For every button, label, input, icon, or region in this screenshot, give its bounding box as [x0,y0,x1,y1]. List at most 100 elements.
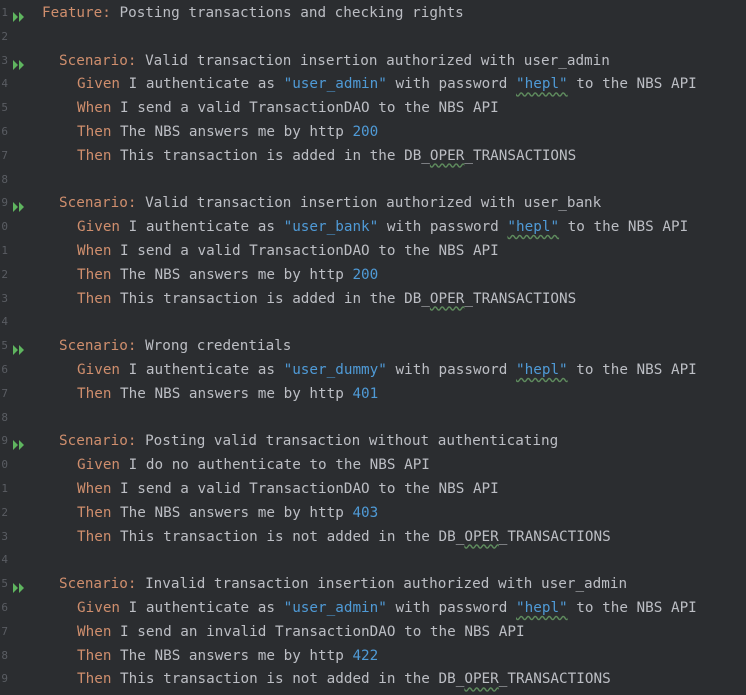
code-line[interactable]: 9 Scenario: Valid transaction insertion a… [0,191,746,215]
code-line[interactable]: 8 [0,168,746,192]
run-scenario-icon[interactable] [12,578,26,594]
line-number: 4 [1,77,8,91]
number-literal: 200 [352,266,379,283]
typo-word: OPER [429,290,465,307]
line-number: 4 [1,553,8,567]
code-line[interactable]: 2 [0,25,746,49]
gherkin-keyword: Feature: [42,5,111,21]
code-line[interactable]: 7 When I send an invalid TransactionDAO t… [0,620,746,644]
code-text: Given I authenticate as "user_bank" with… [77,215,688,239]
code-text: Scenario: Posting valid transaction with… [59,429,558,453]
number-literal: 422 [352,647,379,664]
code-line[interactable]: 2 Then The NBS answers me by http 200 [0,263,746,287]
code-line[interactable]: 8 [0,406,746,430]
code-line[interactable]: 4 [0,548,746,572]
code-text: Then This transaction is added in the DB… [77,144,576,168]
step-text: Posting transactions and checking rights [110,5,464,21]
run-scenario-icon[interactable] [12,435,26,451]
gherkin-keyword: Then [77,647,112,664]
typo-word: OPER [464,671,499,688]
gherkin-keyword: Scenario: [59,195,137,212]
line-number: 5 [1,101,8,115]
code-text: Scenario: Invalid transaction insertion … [59,572,627,596]
code-line[interactable]: 4 [0,310,746,334]
code-text: Feature: Posting transactions and checki… [42,1,464,25]
code-text: Then This transaction is added in the DB… [77,287,576,311]
gherkin-keyword: Then [77,124,112,140]
code-line[interactable]: 4 Given I authenticate as "user_admin" wi… [0,72,746,96]
gherkin-keyword: When [77,243,112,259]
code-line[interactable]: 1 When I send a valid TransactionDAO to t… [0,239,746,263]
code-editor[interactable]: 1 Feature: Posting transactions and check… [0,0,746,695]
code-line[interactable]: 3 Scenario: Valid transaction insertion a… [0,49,746,73]
typo-word: OPER [429,147,465,164]
code-line[interactable]: 6 Given I authenticate as "user_admin" wi… [0,596,746,620]
code-line[interactable]: 9 Then This transaction is not added in t… [0,667,746,691]
number-literal: 200 [352,124,379,140]
code-line[interactable]: 2 Then The NBS answers me by http 403 [0,501,746,525]
string-literal: "user_bank" [283,219,379,236]
step-text: to the NBS API [559,219,689,236]
line-number: 7 [1,624,8,638]
code-line[interactable]: 8 Then The NBS answers me by http 422 [0,644,746,668]
line-number: 2 [1,505,8,519]
code-line[interactable]: 9 Scenario: Posting valid transaction wit… [0,429,746,453]
step-text: _TRANSACTIONS [498,528,611,545]
gherkin-keyword: Given [77,76,121,93]
code-text: Then This transaction is not added in th… [77,667,611,691]
gherkin-keyword: Given [77,457,121,474]
code-line[interactable]: 5 When I send a valid TransactionDAO to t… [0,96,746,120]
gherkin-keyword: When [77,623,112,640]
code-line[interactable]: 7 Then This transaction is added in the D… [0,144,746,168]
run-scenario-icon[interactable] [12,55,26,70]
gherkin-keyword: When [77,481,112,497]
code-line[interactable]: 0 Given I do no authenticate to the NBS A… [0,453,746,477]
code-line[interactable]: 3 Then This transaction is added in the D… [0,287,746,311]
code-line[interactable]: 6 Then The NBS answers me by http 200 [0,120,746,144]
code-text: Given I authenticate as "user_dummy" wit… [77,358,697,382]
step-text: The NBS answers me by http [111,647,353,664]
line-number: 1 [1,244,8,257]
code-line[interactable]: 5 Scenario: Invalid transaction insertion… [0,572,746,596]
step-text: This transaction is added in the DB_ [111,147,430,164]
string-literal: "user_admin" [283,600,387,616]
code-text: Then The NBS answers me by http 422 [77,644,378,668]
line-number: 3 [1,529,8,543]
gherkin-keyword: Given [77,219,121,236]
code-text: When I send a valid TransactionDAO to th… [77,239,499,263]
line-number: 3 [1,53,8,67]
line-number: 5 [1,577,8,591]
line-number: 8 [1,410,8,424]
code-text: When I send an invalid TransactionDAO to… [77,620,525,644]
gherkin-keyword: Scenario: [59,52,137,69]
code-text: Scenario: Valid transaction insertion au… [59,191,601,215]
code-text: Then The NBS answers me by http 401 [77,382,378,406]
line-number: 1 [1,6,8,19]
string-literal: "user_admin" [283,76,387,93]
line-number: 3 [1,291,8,305]
run-scenario-icon[interactable] [12,197,26,213]
code-line[interactable]: 3 Then This transaction is not added in t… [0,525,746,549]
line-number: 2 [1,267,8,281]
line-number: 5 [1,339,8,353]
step-text: The NBS answers me by http [111,385,353,402]
number-literal: 401 [352,385,379,402]
code-line[interactable]: 1 Feature: Posting transactions and check… [0,1,746,25]
gherkin-keyword: Then [77,147,112,164]
string-literal-typo: "hepl" [516,362,568,378]
gherkin-keyword: Scenario: [59,338,137,355]
string-literal: "user_dummy" [283,362,387,378]
line-number: 8 [1,172,8,186]
gherkin-keyword: Then [77,385,112,402]
code-line[interactable]: 1 When I send a valid TransactionDAO to t… [0,477,746,501]
code-text: When I send a valid TransactionDAO to th… [77,96,499,120]
code-line[interactable]: 5 Scenario: Wrong credentials [0,334,746,358]
code-line[interactable]: 7 Then The NBS answers me by http 401 [0,382,746,406]
run-scenario-icon[interactable] [12,340,26,356]
step-text: with password [378,219,508,236]
code-line[interactable]: 0 Given I authenticate as "user_bank" wit… [0,215,746,239]
code-text: Then The NBS answers me by http 200 [77,263,378,287]
code-line[interactable]: 6 Given I authenticate as "user_dummy" wi… [0,358,746,382]
run-scenario-icon[interactable] [12,7,26,22]
gherkin-keyword: Then [77,504,112,521]
